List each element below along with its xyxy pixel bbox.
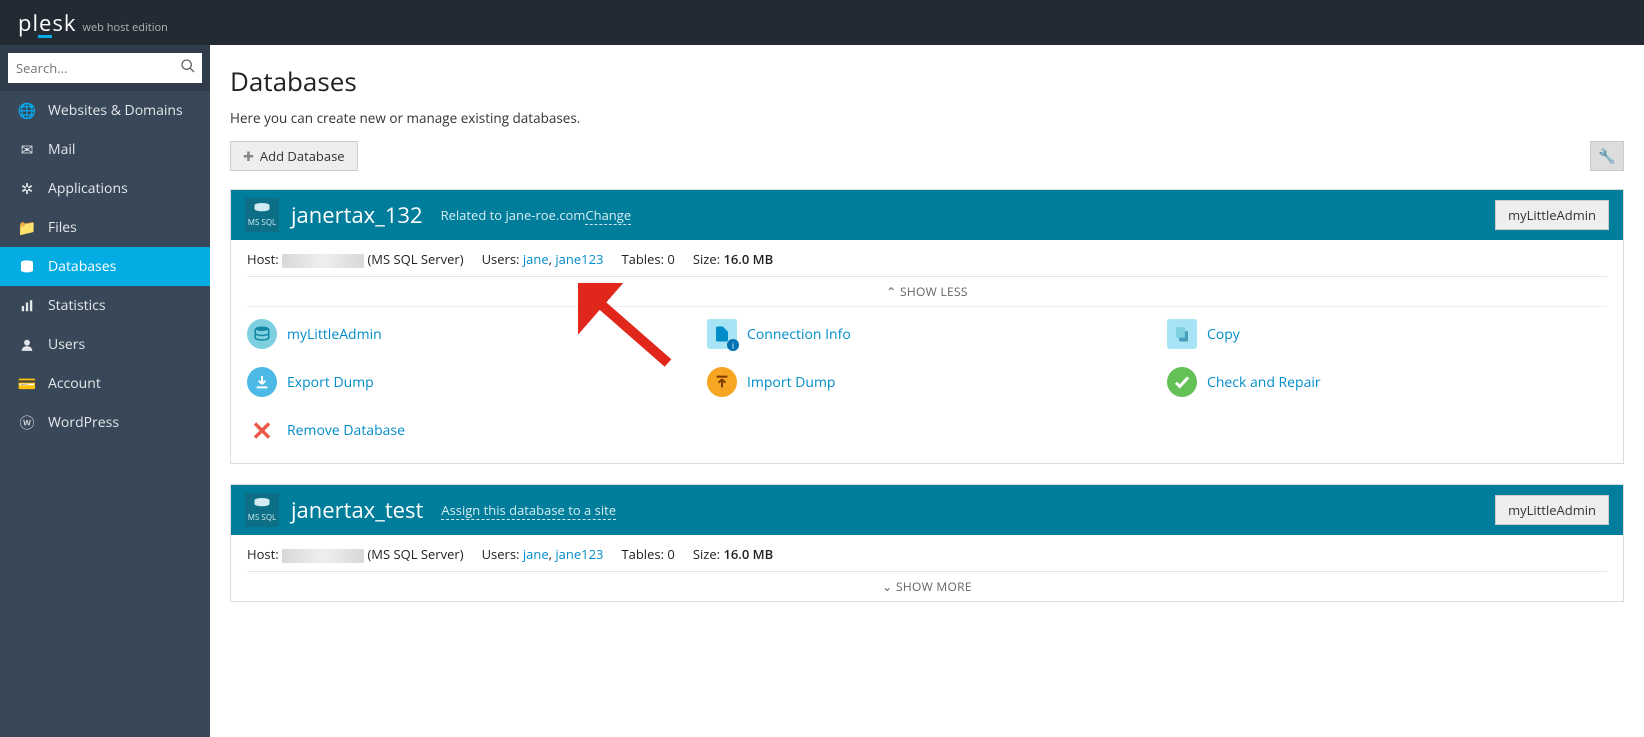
db-user-link[interactable]: jane [523, 545, 549, 563]
database-card-header: MS SQL janertax_132 Related to jane-roe.… [231, 190, 1623, 240]
tool-copy[interactable]: Copy [1167, 319, 1607, 349]
info-icon [707, 319, 737, 349]
database-icon [18, 259, 36, 275]
sidebar-item-label: Applications [48, 179, 128, 198]
remove-icon: ✕ [247, 415, 277, 445]
database-card: MS SQL janertax_test Assign this databas… [230, 484, 1624, 602]
sidebar-item-applications[interactable]: ✲ Applications [0, 169, 210, 208]
mssql-icon: MS SQL [245, 493, 279, 527]
database-name: janertax_132 [291, 200, 423, 230]
db-user-link[interactable]: jane123 [555, 545, 603, 563]
tool-connection-info[interactable]: Connection Info [707, 319, 1147, 349]
add-database-button[interactable]: ✚ Add Database [230, 141, 358, 171]
chevron-up-icon: ⌃ [886, 283, 896, 300]
sidebar-item-statistics[interactable]: Statistics [0, 286, 210, 325]
show-less-toggle[interactable]: ⌃ SHOW LESS [247, 276, 1607, 306]
database-name: janertax_test [291, 495, 423, 525]
brand-edition: web host edition [82, 20, 167, 35]
wordpress-icon: ⓦ [18, 412, 36, 433]
plus-icon: ✚ [243, 147, 254, 165]
db-admin-button[interactable]: myLittleAdmin [1495, 495, 1609, 525]
chart-icon [18, 299, 36, 313]
db-user-link[interactable]: jane123 [555, 250, 603, 268]
sidebar-item-wordpress[interactable]: ⓦ WordPress [0, 403, 210, 442]
mssql-icon: MS SQL [245, 198, 279, 232]
search-box[interactable] [8, 53, 202, 83]
database-info-row: Host: (MS SQL Server) Users: jane, jane1… [247, 250, 1607, 276]
main-content: Databases Here you can create new or man… [210, 45, 1644, 737]
show-more-toggle[interactable]: ⌄ SHOW MORE [247, 571, 1607, 601]
brand[interactable]: plesk web host edition [18, 8, 168, 38]
database-card-header: MS SQL janertax_test Assign this databas… [231, 485, 1623, 535]
assign-site-link[interactable]: Assign this database to a site [441, 501, 616, 520]
tool-import-dump[interactable]: Import Dump [707, 367, 1147, 397]
check-icon [1167, 367, 1197, 397]
brand-accent [38, 35, 52, 38]
database-card: MS SQL janertax_132 Related to jane-roe.… [230, 189, 1624, 464]
sidebar-item-mail[interactable]: ✉ Mail [0, 130, 210, 169]
sidebar-item-websites[interactable]: 🌐 Websites & Domains [0, 91, 210, 130]
sidebar-item-users[interactable]: Users [0, 325, 210, 364]
gear-icon: ✲ [18, 179, 36, 199]
sidebar: 🌐Websites & Domains ✉Mail ✲Applications … [0, 45, 210, 737]
download-icon [247, 367, 277, 397]
page-title: Databases [230, 63, 1624, 99]
mail-icon: ✉ [18, 140, 36, 160]
brand-name: plesk [18, 8, 76, 38]
sidebar-item-label: Statistics [48, 296, 106, 315]
sidebar-item-label: Files [48, 218, 77, 237]
tool-remove-database[interactable]: ✕Remove Database [247, 415, 687, 445]
globe-icon: 🌐 [18, 101, 36, 121]
host-redacted [282, 254, 364, 268]
chevron-down-icon: ⌄ [882, 578, 892, 595]
copy-icon [1167, 319, 1197, 349]
sidebar-item-files[interactable]: 📁 Files [0, 208, 210, 247]
tool-mylittleadmin[interactable]: myLittleAdmin [247, 319, 687, 349]
search-input[interactable] [16, 59, 180, 77]
tool-export-dump[interactable]: Export Dump [247, 367, 687, 397]
upload-icon [707, 367, 737, 397]
db-admin-icon [247, 319, 277, 349]
top-bar: plesk web host edition [0, 0, 1644, 45]
db-admin-button[interactable]: myLittleAdmin [1495, 200, 1609, 230]
sidebar-item-label: WordPress [48, 413, 119, 432]
wrench-icon: 🔧 [1598, 147, 1615, 166]
related-site-text: Related to jane-roe.comChange [441, 206, 632, 224]
card-icon: 💳 [18, 374, 36, 394]
sidebar-item-label: Users [48, 335, 85, 354]
sidebar-item-label: Databases [48, 257, 116, 276]
tool-check-repair[interactable]: Check and Repair [1167, 367, 1607, 397]
sidebar-item-account[interactable]: 💳 Account [0, 364, 210, 403]
page-description: Here you can create new or manage existi… [230, 109, 1624, 127]
search-icon[interactable] [180, 58, 196, 79]
database-tools: myLittleAdmin Connection Info Copy Expor… [247, 306, 1607, 463]
add-database-label: Add Database [260, 147, 345, 165]
database-info-row: Host: (MS SQL Server) Users: jane, jane1… [247, 545, 1607, 571]
user-icon [18, 338, 36, 352]
sidebar-item-label: Websites & Domains [48, 101, 183, 120]
db-user-link[interactable]: jane [523, 250, 549, 268]
sidebar-item-label: Mail [48, 140, 75, 159]
folder-icon: 📁 [18, 218, 36, 238]
sidebar-item-label: Account [48, 374, 101, 393]
settings-button[interactable]: 🔧 [1590, 141, 1624, 171]
host-redacted [282, 549, 364, 563]
change-site-link[interactable]: Change [585, 206, 631, 225]
sidebar-item-databases[interactable]: Databases [0, 247, 210, 286]
